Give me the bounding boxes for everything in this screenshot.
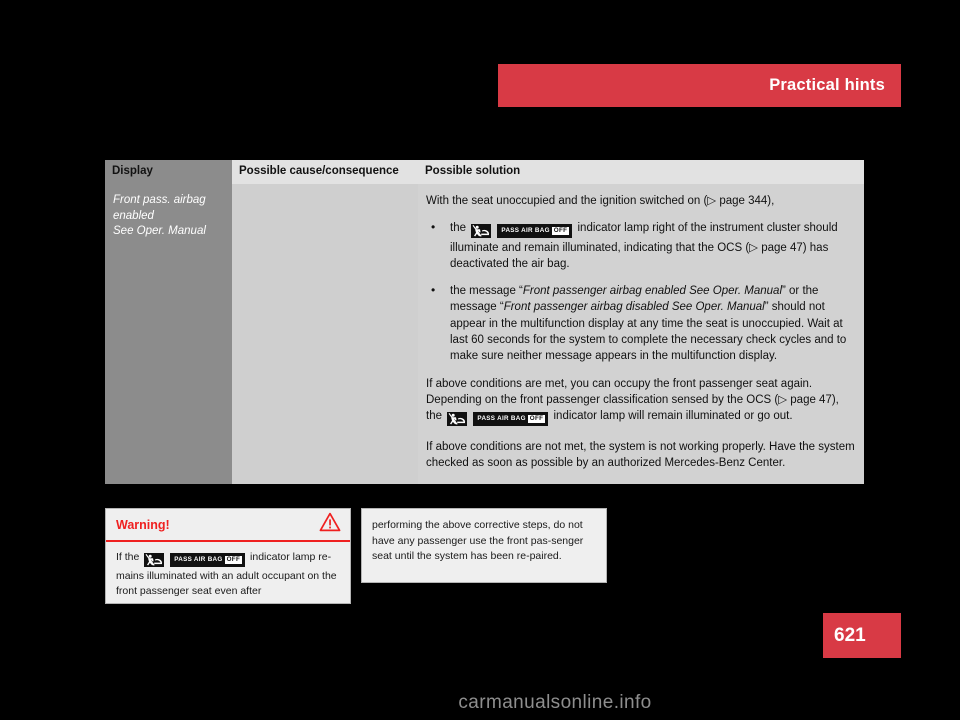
passenger-airbag-off-symbol-icon	[471, 224, 492, 239]
pass-air-bag-off-indicator-lamp-icon: PASS AIR BAG OFF	[471, 223, 573, 239]
page-title: Practical hints	[769, 76, 885, 94]
off-badge: OFF	[527, 415, 546, 424]
list-item: the	[426, 219, 858, 272]
table-row: Front pass. airbag enabled See Oper. Man…	[105, 184, 864, 484]
pass-air-bag-label: PASS AIR BAG OFF	[170, 553, 246, 568]
warning-body: If the PASS AIR BAG OFF indicator lamp r…	[106, 542, 350, 608]
column-header-display: Display	[105, 160, 232, 184]
warning-box-left: Warning! If the PASS AIR BAG OFF indicat…	[105, 508, 351, 604]
warning-continuation-body: performing the above corrective steps, d…	[372, 519, 584, 562]
troubleshooting-table: Display Possible cause/consequence Possi…	[105, 160, 864, 484]
warning-header: Warning!	[106, 509, 350, 542]
off-badge: OFF	[551, 227, 570, 236]
pass-air-bag-off-indicator-lamp-icon: PASS AIR BAG OFF	[447, 411, 549, 427]
passenger-airbag-off-symbol-icon	[447, 412, 468, 427]
warning-triangle-icon	[319, 512, 341, 537]
page-header-bar: Practical hints	[498, 64, 901, 107]
pass-air-bag-label: PASS AIR BAG OFF	[497, 224, 573, 239]
page-number: 621	[834, 624, 866, 646]
cell-solution: With the seat unoccupied and the ignitio…	[418, 184, 864, 484]
warning-box-right: performing the above corrective steps, d…	[361, 508, 607, 583]
solution-bullet-list: the	[426, 219, 858, 364]
bullet-2-seg-1: the message “	[450, 285, 523, 298]
column-header-cause: Possible cause/consequence	[232, 160, 418, 184]
solution-paragraph-3: If above conditions are not met, the sys…	[426, 440, 855, 469]
list-item: the message “Front passenger airbag enab…	[426, 282, 858, 364]
bullet-2-seg-2: Front passenger airbag enabled See Oper.…	[522, 285, 783, 298]
passenger-airbag-off-symbol-icon	[144, 553, 165, 568]
pass-air-bag-label: PASS AIR BAG OFF	[473, 412, 549, 427]
watermark-text: carmanualsonline.info	[458, 692, 652, 713]
bullet-2-seg-4: Front passenger airbag disabled See Oper…	[503, 301, 765, 314]
bullet-1-pre: the	[450, 222, 466, 235]
off-badge: OFF	[224, 556, 243, 565]
warning-title: Warning!	[116, 517, 170, 532]
display-line-1: Front pass. airbag	[113, 194, 206, 206]
solution-paragraph-2: If above conditions are met, you can occ…	[426, 376, 858, 428]
warning-body-pre: If the	[116, 551, 140, 563]
pass-air-bag-off-indicator-lamp-icon: PASS AIR BAG OFF	[144, 553, 246, 569]
table-header-row: Display Possible cause/consequence Possi…	[105, 160, 864, 184]
paragraph-2-post: indicator lamp will remain illuminated o…	[553, 410, 793, 423]
cell-cause	[232, 184, 418, 484]
page-number-badge: 621	[823, 613, 901, 658]
column-header-solution: Possible solution	[418, 160, 864, 184]
display-line-2: enabled	[113, 209, 154, 222]
watermark: carmanualsonline.info	[0, 692, 960, 714]
cell-display: Front pass. airbag enabled See Oper. Man…	[105, 184, 232, 484]
solution-intro: With the seat unoccupied and the ignitio…	[426, 195, 775, 207]
display-line-3: See Oper. Manual	[113, 225, 206, 237]
